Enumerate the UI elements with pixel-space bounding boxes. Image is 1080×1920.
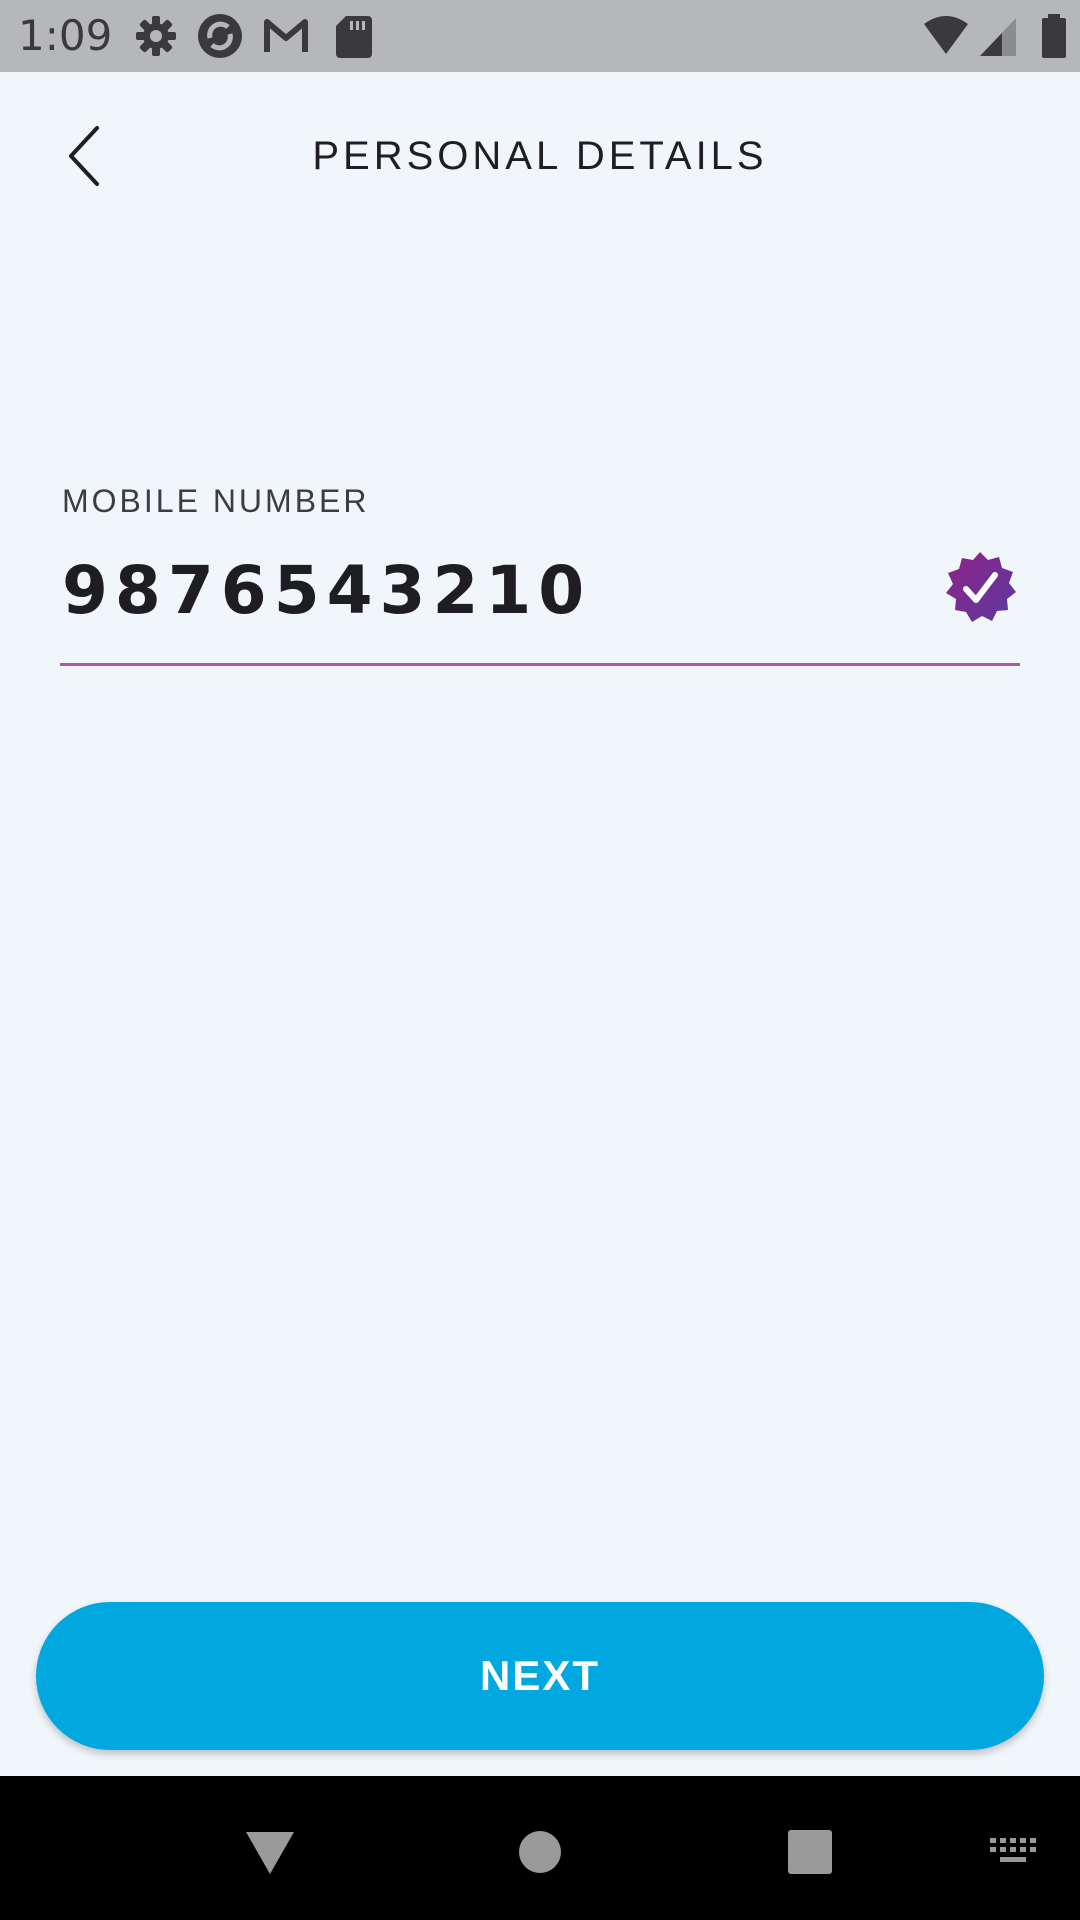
gmail-icon (264, 19, 308, 52)
next-button[interactable]: NEXT (36, 1602, 1044, 1750)
home-circle-icon (519, 1831, 561, 1873)
keyboard-icon (990, 1838, 1036, 1862)
status-bar: 1:09 (0, 0, 1080, 72)
navigation-bar (0, 1776, 1080, 1920)
mobile-number-underline (60, 663, 1020, 666)
nav-home-button[interactable] (500, 1812, 580, 1892)
nav-recents-button[interactable] (770, 1812, 850, 1892)
nav-keyboard-button[interactable] (980, 1822, 1046, 1882)
cell-signal-icon (980, 18, 1016, 56)
battery-icon (1042, 14, 1066, 58)
recents-square-icon (788, 1830, 832, 1874)
status-time: 1:09 (18, 11, 113, 60)
back-triangle-icon (246, 1832, 294, 1874)
sd-card-icon (336, 16, 372, 58)
wifi-icon (924, 16, 968, 54)
settings-icon (136, 16, 176, 56)
mobile-number-label: MOBILE NUMBER (62, 483, 370, 519)
page-title: PERSONAL DETAILS (312, 134, 768, 178)
mobile-number-input[interactable] (62, 548, 862, 634)
verified-badge-icon (946, 552, 1016, 622)
sync-icon (198, 14, 242, 58)
nav-back-button[interactable] (230, 1812, 310, 1892)
next-button-label: NEXT (479, 1652, 600, 1699)
